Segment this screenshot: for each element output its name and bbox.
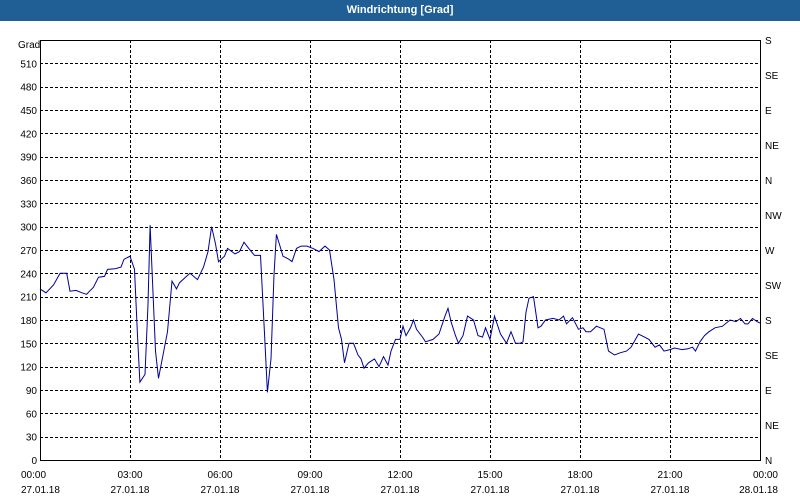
x-tick-time: 21:00 xyxy=(657,470,682,481)
compass-tick-label: NW xyxy=(765,211,782,222)
x-tick-time: 00:00 xyxy=(753,470,778,481)
x-tick-date: 27.01.18 xyxy=(111,485,150,496)
compass-tick-label: NE xyxy=(765,421,779,432)
y-tick-label: 480 xyxy=(20,83,37,94)
y-tick-label: 510 xyxy=(20,59,37,70)
compass-tick-labels: N NE E SE S SW W NW N NE E SE S xyxy=(765,36,782,467)
x-tick-date: 27.01.18 xyxy=(21,485,60,496)
x-tick-date: 27.01.18 xyxy=(651,485,690,496)
compass-tick-label: N xyxy=(765,456,772,467)
x-tick-date: 27.01.18 xyxy=(471,485,510,496)
y-tick-label: 420 xyxy=(20,129,37,140)
y-tick-label: 30 xyxy=(26,433,38,444)
y-tick-label: 60 xyxy=(26,409,38,420)
x-tick-date: 28.01.18 xyxy=(739,485,778,496)
x-tick-time: 03:00 xyxy=(117,470,142,481)
x-tick-labels: 00:00 27.01.18 03:00 27.01.18 06:00 27.01.18 0… xyxy=(21,470,778,496)
grid-lines xyxy=(40,40,760,460)
y-tick-labels: 0 30 60 90 120 150 180 210 240 270 300 330 360 390 420… xyxy=(20,59,37,467)
x-tick-date: 27.01.18 xyxy=(381,485,420,496)
y-tick-label: 0 xyxy=(31,456,37,467)
y-tick-label: 360 xyxy=(20,176,37,187)
y-tick-label: 330 xyxy=(20,199,37,210)
y-tick-label: 120 xyxy=(20,363,37,374)
x-tick-date: 27.01.18 xyxy=(561,485,600,496)
y-tick-label: 240 xyxy=(20,269,37,280)
compass-tick-label: S xyxy=(765,316,772,327)
y-tick-label: 90 xyxy=(26,386,38,397)
x-tick-time: 15:00 xyxy=(477,470,502,481)
x-tick-time: 12:00 xyxy=(387,470,412,481)
x-tick-date: 27.01.18 xyxy=(291,485,330,496)
compass-tick-label: E xyxy=(765,106,772,117)
y-tick-label: 300 xyxy=(20,223,37,234)
compass-tick-label: W xyxy=(765,246,775,257)
y-tick-label: 270 xyxy=(20,246,37,257)
compass-tick-label: NE xyxy=(765,141,779,152)
chart-title: Windrichtung [Grad] xyxy=(346,4,454,16)
y-axis-label: Grad xyxy=(18,40,40,51)
compass-tick-label: SW xyxy=(765,281,782,292)
compass-tick-label: SE xyxy=(765,71,779,82)
x-tick-time: 09:00 xyxy=(297,470,322,481)
y-tick-label: 210 xyxy=(20,293,37,304)
x-tick-date: 27.01.18 xyxy=(201,485,240,496)
y-tick-label: 450 xyxy=(20,106,37,117)
compass-tick-label: S xyxy=(765,36,772,47)
y-tick-label: 390 xyxy=(20,153,37,164)
x-tick-time: 18:00 xyxy=(567,470,592,481)
x-tick-time: 00:00 xyxy=(21,470,46,481)
wind-direction-chart: Grad 0 30 60 90 120 150 180 210 240 270 300 330 360 3… xyxy=(18,36,782,496)
y-tick-label: 180 xyxy=(20,316,37,327)
compass-tick-label: SE xyxy=(765,351,779,362)
chart-title-bar: Windrichtung [Grad] xyxy=(0,0,800,21)
compass-tick-label: E xyxy=(765,386,772,397)
compass-tick-label: N xyxy=(765,176,772,187)
x-tick-time: 06:00 xyxy=(207,470,232,481)
y-tick-label: 150 xyxy=(20,339,37,350)
